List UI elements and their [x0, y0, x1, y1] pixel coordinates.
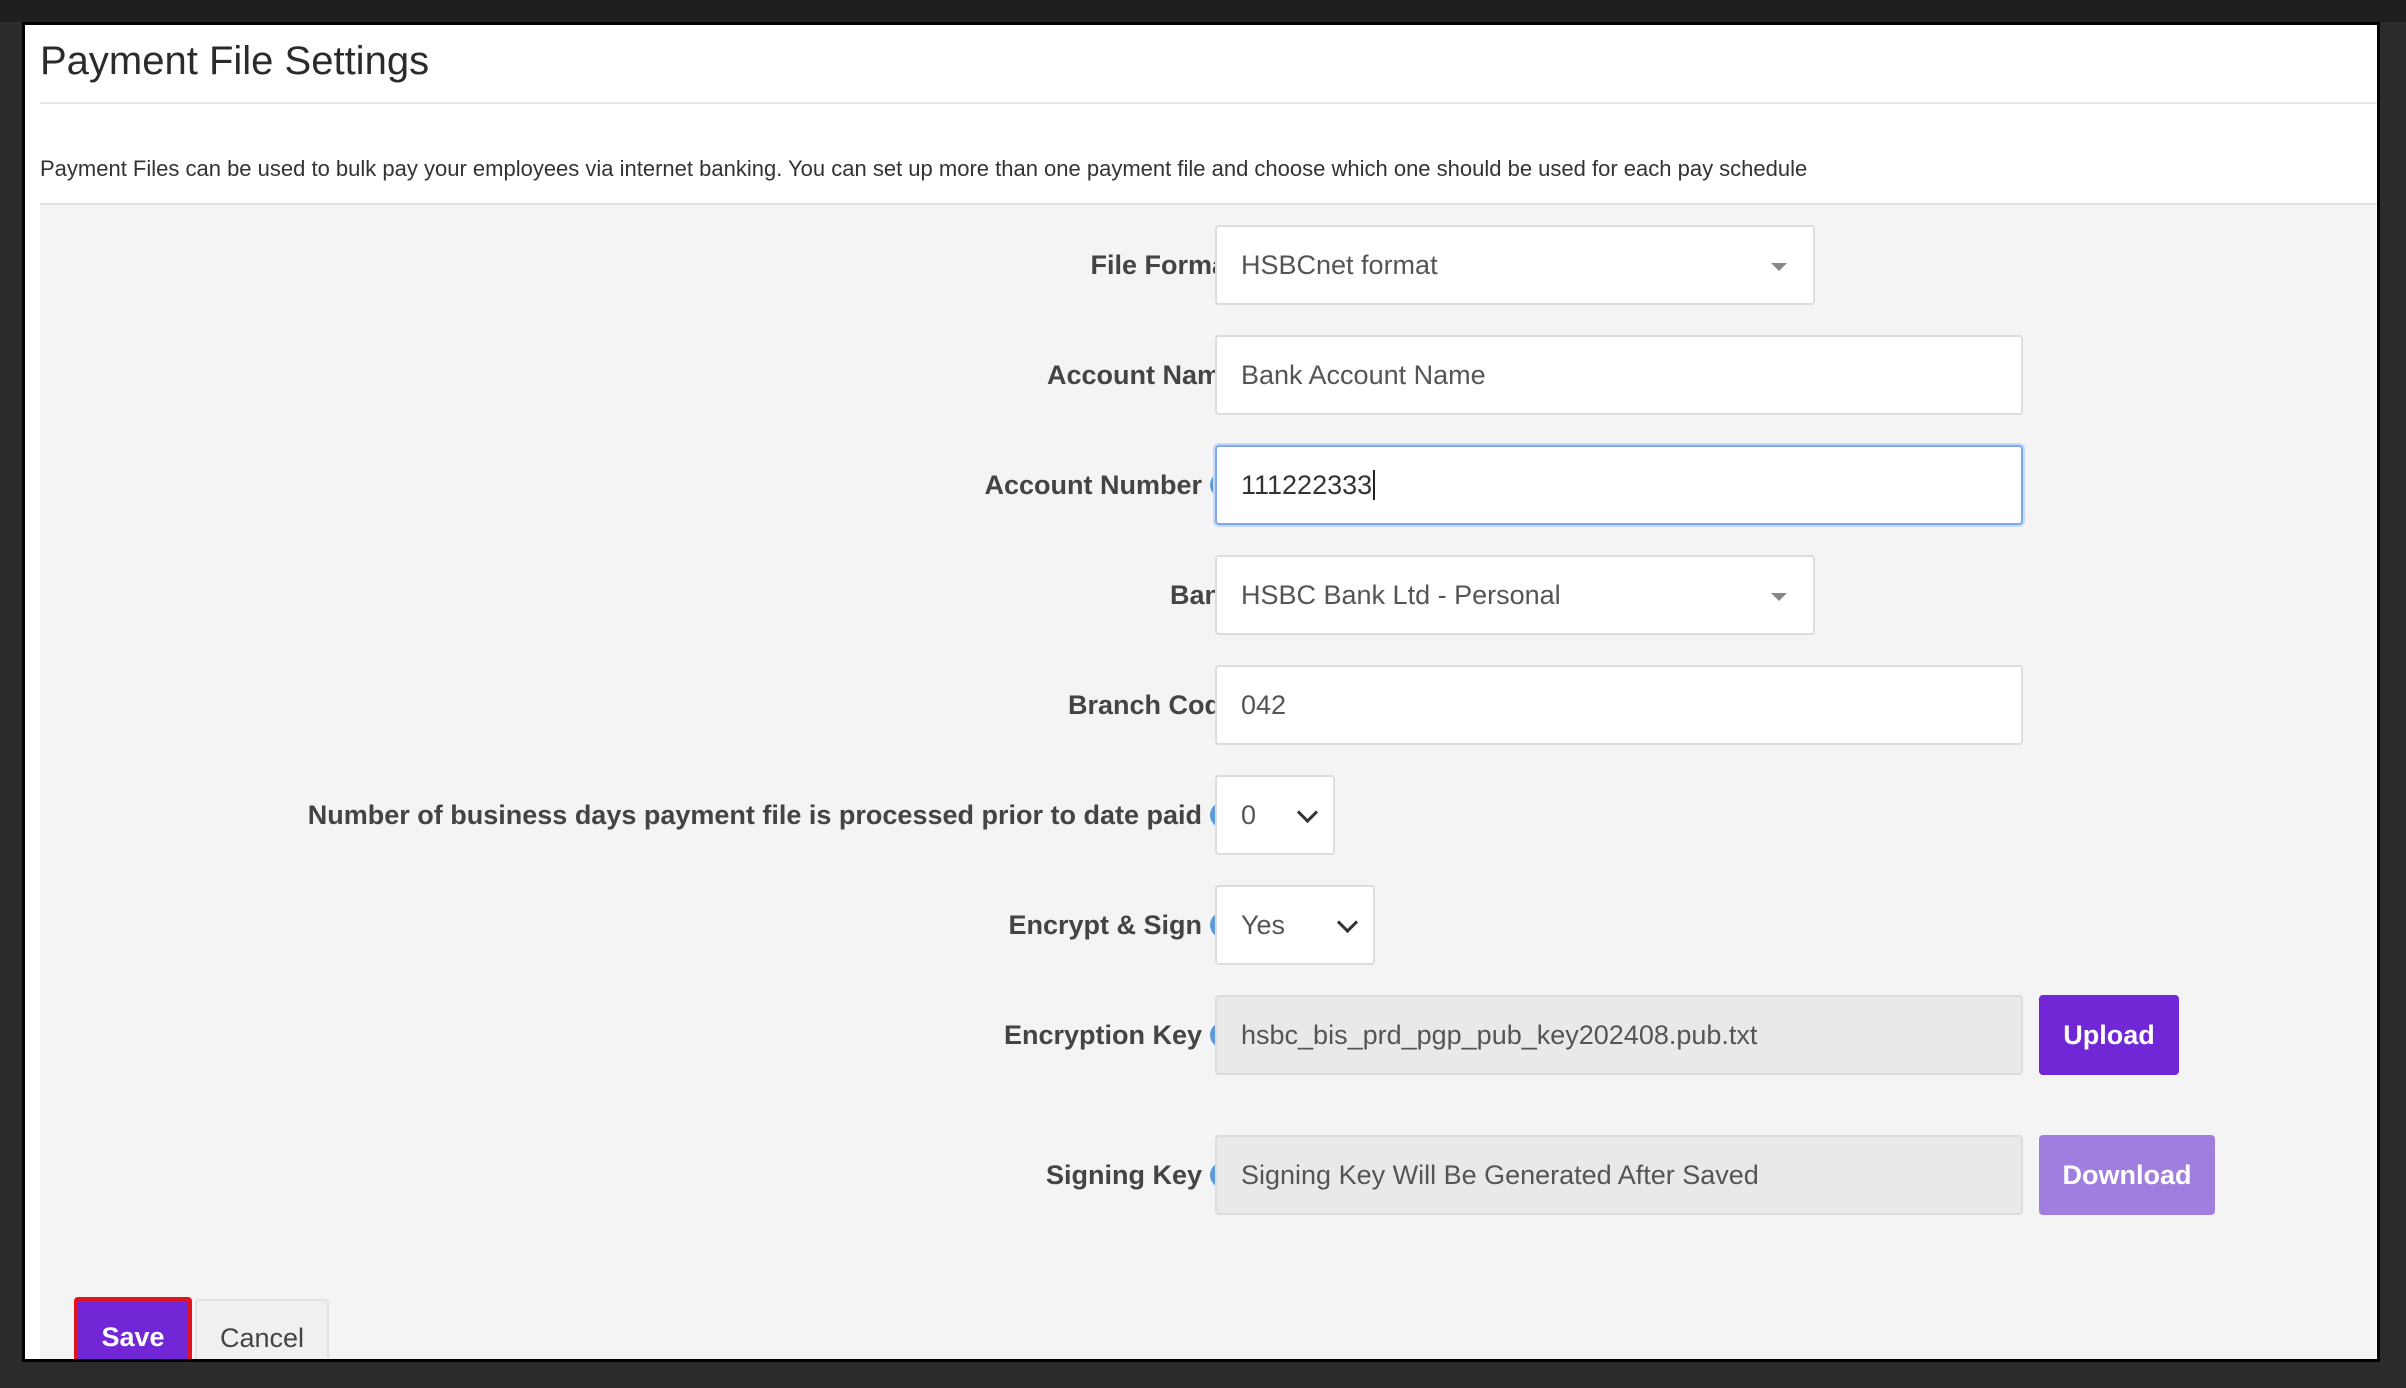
caret-down-icon: [1771, 263, 1787, 271]
signing-key-value: Signing Key Will Be Generated After Save…: [1241, 1159, 1759, 1190]
bank-value: HSBC Bank Ltd - Personal: [1241, 579, 1561, 610]
business-days-label: Number of business days payment file is …: [308, 775, 1236, 855]
account-name-label-text: Account Name: [1046, 359, 1236, 390]
business-days-select[interactable]: 0: [1215, 775, 1335, 855]
save-button[interactable]: Save: [74, 1297, 192, 1359]
chevron-down-icon: [1336, 911, 1359, 934]
account-name-label: Account Name: [1047, 335, 1236, 415]
cancel-button[interactable]: Cancel: [195, 1299, 329, 1359]
background-overlay: [0, 0, 2406, 22]
account-number-value: 111222333: [1241, 469, 1373, 500]
encryption-key-label: Encryption Key ?: [1004, 995, 1236, 1075]
chevron-down-icon: [1296, 801, 1319, 824]
branch-code-label: Branch Code: [1068, 665, 1236, 745]
file-format-value: HSBCnet format: [1241, 249, 1438, 280]
branch-code-value: 042: [1241, 689, 1287, 720]
account-number-label-text: Account Number: [984, 469, 1202, 500]
signing-key-input: Signing Key Will Be Generated After Save…: [1215, 1135, 2023, 1215]
signing-key-label: Signing Key ?: [1046, 1135, 1236, 1215]
encryption-key-label-text: Encryption Key: [1003, 1019, 1202, 1050]
encrypt-sign-label-text: Encrypt & Sign: [1008, 909, 1202, 940]
account-number-label: Account Number ?: [984, 445, 1236, 525]
encryption-key-input: hsbc_bis_prd_pgp_pub_key202408.pub.txt: [1215, 995, 2023, 1075]
account-name-placeholder: Bank Account Name: [1241, 359, 1486, 390]
page-title: Payment File Settings: [40, 39, 430, 83]
bank-select[interactable]: HSBC Bank Ltd - Personal: [1215, 555, 1815, 635]
text-cursor: [1373, 470, 1376, 500]
divider: [40, 102, 2377, 104]
signing-key-label-text: Signing Key: [1045, 1159, 1202, 1190]
download-button[interactable]: Download: [2039, 1135, 2215, 1215]
payment-file-settings-modal: Payment File Settings Payment Files can …: [22, 22, 2380, 1362]
business-days-label-text: Number of business days payment file is …: [307, 799, 1202, 830]
encrypt-sign-label: Encrypt & Sign ?: [1008, 885, 1236, 965]
business-days-value: 0: [1241, 799, 1257, 830]
file-format-select[interactable]: HSBCnet format: [1215, 225, 1815, 305]
branch-code-label-text: Branch Code: [1067, 689, 1236, 720]
encrypt-sign-value: Yes: [1241, 909, 1286, 940]
page-description: Payment Files can be used to bulk pay yo…: [40, 156, 1808, 181]
encrypt-sign-select[interactable]: Yes: [1215, 885, 1375, 965]
upload-button[interactable]: Upload: [2039, 995, 2179, 1075]
account-name-input[interactable]: Bank Account Name: [1215, 335, 2023, 415]
caret-down-icon: [1771, 593, 1787, 601]
account-number-input[interactable]: 111222333: [1215, 445, 2023, 525]
encryption-key-value: hsbc_bis_prd_pgp_pub_key202408.pub.txt: [1241, 1019, 1758, 1050]
branch-code-input[interactable]: 042: [1215, 665, 2023, 745]
settings-form: File Format HSBCnet format Account Name …: [40, 203, 2377, 1359]
